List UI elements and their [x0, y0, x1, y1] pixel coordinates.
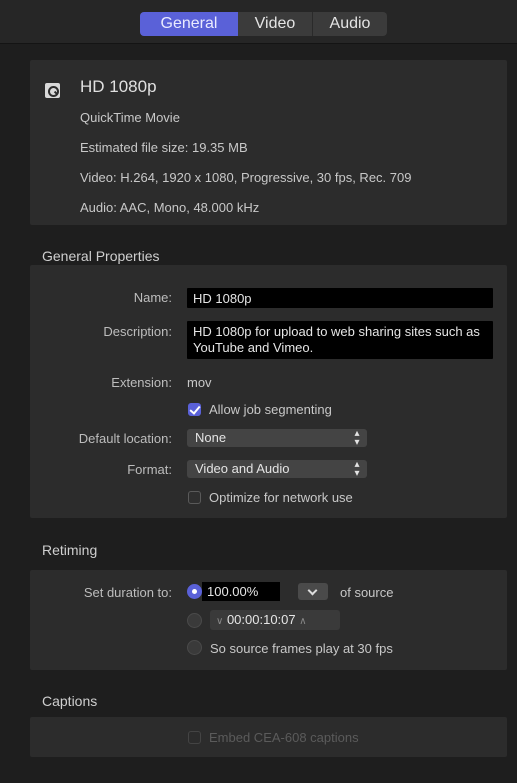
embed-captions-checkbox[interactable] [188, 731, 201, 744]
chevron-updown-icon: ▴ ▾ [354, 459, 360, 479]
allow-segmenting-label: Allow job segmenting [209, 402, 332, 417]
default-location-popup[interactable]: None ▴ ▾ [187, 428, 367, 448]
format-label: Format: [127, 462, 172, 477]
increment-icon[interactable]: ∧ [299, 616, 306, 627]
decrement-icon[interactable]: ∨ [216, 616, 223, 627]
source-frames-label: So source frames play at 30 fps [210, 641, 393, 656]
timecode-field[interactable]: ∨ 00:00:10:07 ∧ [210, 610, 340, 630]
set-duration-label: Set duration to: [83, 585, 172, 600]
extension-label: Extension: [111, 375, 172, 390]
tab-general[interactable]: General [140, 12, 238, 36]
chevron-updown-icon: ▴ ▾ [354, 428, 360, 448]
name-field[interactable]: HD 1080p [187, 288, 493, 308]
summary-container: QuickTime Movie [80, 110, 180, 125]
general-properties-heading: General Properties [42, 248, 160, 264]
optimize-network-checkbox[interactable] [188, 491, 201, 504]
embed-captions-label: Embed CEA-608 captions [209, 730, 359, 745]
general-properties-panel: Name: HD 1080p Description: HD 1080p for… [30, 265, 507, 518]
summary-title: HD 1080p [80, 77, 157, 96]
captions-panel: Embed CEA-608 captions [30, 717, 507, 757]
percent-field[interactable]: 100.00% [202, 582, 280, 601]
timecode-value: 00:00:10:07 [226, 612, 296, 627]
retiming-panel: Set duration to: 100.00% of source ∨ 00:… [30, 570, 507, 670]
retiming-heading: Retiming [42, 542, 98, 558]
summary-video: Video: H.264, 1920 x 1080, Progressive, … [80, 170, 412, 185]
top-bar: General Video Audio [0, 0, 517, 44]
default-location-value: None [195, 430, 227, 445]
duration-percent-radio[interactable] [187, 584, 202, 599]
tab-audio[interactable]: Audio [313, 12, 387, 36]
quicktime-icon [45, 83, 60, 98]
description-label: Description: [103, 324, 172, 339]
optimize-network-label: Optimize for network use [209, 490, 353, 505]
default-location-label: Default location: [78, 431, 172, 446]
percent-dropdown[interactable] [298, 583, 328, 600]
allow-segmenting-checkbox[interactable] [188, 403, 201, 416]
format-value: Video and Audio [195, 461, 290, 476]
tab-video[interactable]: Video [238, 12, 312, 36]
extension-value: mov [187, 375, 212, 390]
duration-frames-radio[interactable] [187, 640, 202, 655]
tab-group: General Video Audio [140, 12, 387, 36]
of-source-label: of source [340, 585, 394, 600]
summary-file-size: Estimated file size: 19.35 MB [80, 140, 248, 155]
summary-audio: Audio: AAC, Mono, 48.000 kHz [80, 200, 260, 215]
format-popup[interactable]: Video and Audio ▴ ▾ [187, 459, 367, 479]
description-field[interactable]: HD 1080p for upload to web sharing sites… [187, 321, 493, 359]
duration-timecode-radio[interactable] [187, 613, 202, 628]
name-label: Name: [133, 290, 172, 305]
captions-heading: Captions [42, 693, 98, 709]
summary-panel: HD 1080p QuickTime Movie Estimated file … [30, 60, 507, 225]
